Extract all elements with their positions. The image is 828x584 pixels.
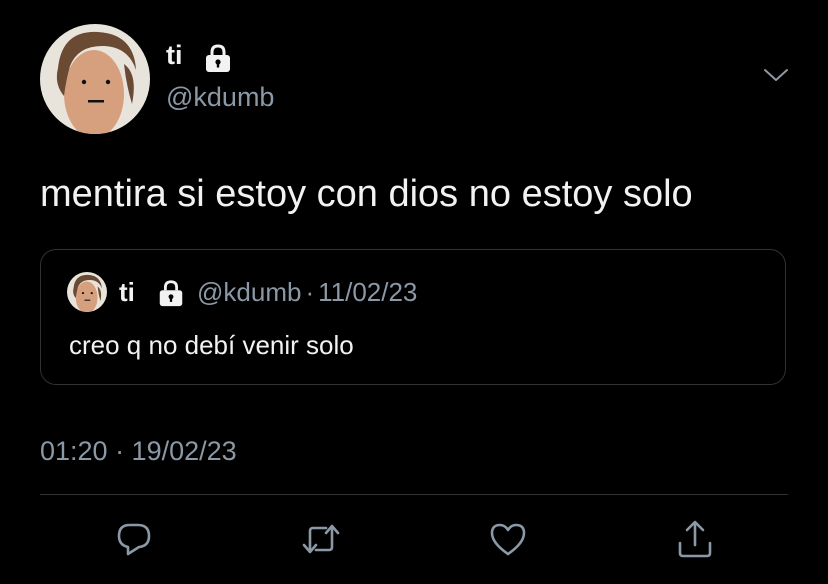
avatar-icon [67,272,107,312]
quoted-author-name: ti [119,277,135,307]
author-handle[interactable]: @kdumb [166,84,274,111]
tweet-text: mentira si estoy con dios no estoy solo [40,173,693,215]
heart-icon [490,523,526,556]
quoted-tweet-card[interactable]: ti @kdumb · 11/02/23 creo q no debí venir … [40,249,786,385]
retweet-button[interactable] [300,518,342,560]
divider [40,494,788,495]
quoted-author-handle: @kdumb [197,277,302,307]
quoted-tweet-date: 11/02/23 [318,277,418,307]
like-button[interactable] [487,518,529,560]
lock-icon [202,42,234,74]
retweet-icon [302,524,340,554]
author-display-name[interactable]: ti [166,42,183,69]
avatar-icon [40,24,150,134]
meta-separator: · [305,277,315,307]
chevron-down-icon[interactable] [762,66,790,86]
quoted-tweet-meta: @kdumb · 11/02/23 [197,279,417,305]
quoted-tweet-text: creo q no debí venir solo [69,330,354,360]
author-avatar[interactable] [40,24,150,134]
share-icon [678,520,712,558]
lock-icon [156,278,186,308]
reply-button[interactable] [113,518,155,560]
share-button[interactable] [674,518,716,560]
tweet-timestamp[interactable]: 01:20 · 19/02/23 [40,438,237,465]
reply-icon [117,523,151,556]
quoted-author-avatar [67,272,107,312]
